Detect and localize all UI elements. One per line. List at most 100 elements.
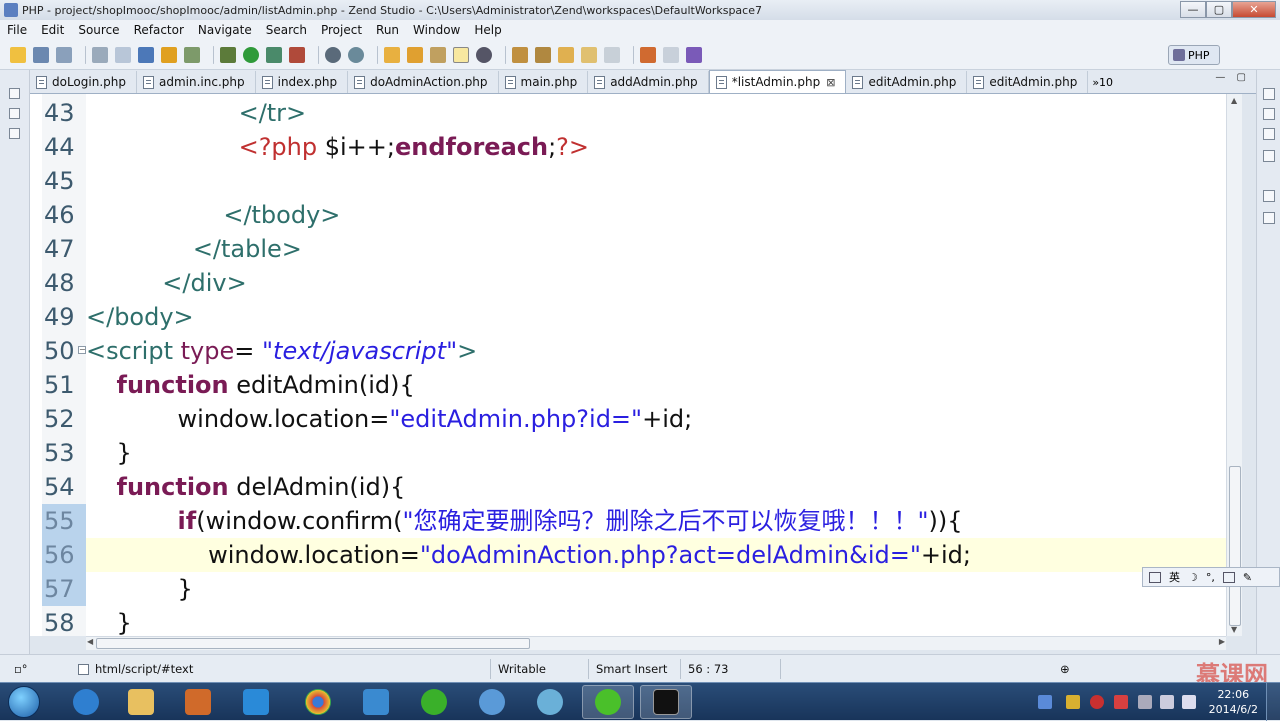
- taskbar-ie[interactable]: [60, 685, 112, 719]
- minimize-button[interactable]: —: [1180, 1, 1206, 18]
- code-line[interactable]: <script type= "text/javascript">: [86, 334, 1242, 368]
- taskbar-app-green[interactable]: [408, 685, 460, 719]
- next-annotation-icon[interactable]: [512, 46, 528, 63]
- terminal-icon[interactable]: [184, 46, 200, 63]
- taskbar-app-active[interactable]: [582, 685, 634, 719]
- problems-icon[interactable]: [1263, 150, 1275, 162]
- prev-annotation-icon[interactable]: [535, 46, 551, 63]
- forward-icon[interactable]: [604, 46, 620, 63]
- tray-flag-icon[interactable]: [1138, 695, 1152, 709]
- tray-ime-icon[interactable]: [1038, 695, 1052, 709]
- print-icon[interactable]: [92, 46, 108, 63]
- scroll-up-icon[interactable]: ▲: [1231, 96, 1237, 105]
- status-update-icon[interactable]: ⊕: [1060, 662, 1070, 676]
- edit-mode-icon[interactable]: [453, 46, 469, 63]
- taskbar-cmd[interactable]: [640, 685, 692, 719]
- menu-project[interactable]: Project: [314, 23, 369, 37]
- tasks-icon[interactable]: [1263, 128, 1275, 140]
- taskbar-chrome[interactable]: [292, 685, 344, 719]
- menu-edit[interactable]: Edit: [34, 23, 71, 37]
- code-editor[interactable]: 43 44 45 46 47 48 49 50−51 52 53 54 55 56 57 58 </tr> …: [30, 94, 1242, 636]
- ime-settings-icon[interactable]: ✎: [1243, 571, 1252, 584]
- clock[interactable]: 22:06 2014/6/2: [1209, 687, 1258, 717]
- tab-admin-inc[interactable]: admin.inc.php: [137, 71, 256, 93]
- new-icon[interactable]: [10, 46, 26, 63]
- code-line-current[interactable]: window.location="doAdminAction.php?act=d…: [86, 538, 1242, 572]
- tab-listadmin[interactable]: *listAdmin.php ⊠: [708, 70, 847, 93]
- open-type-icon[interactable]: [407, 46, 423, 63]
- menu-refactor[interactable]: Refactor: [127, 23, 191, 37]
- maximize-button[interactable]: ▢: [1206, 1, 1232, 18]
- server-icon[interactable]: [325, 46, 341, 63]
- tab-overflow-button[interactable]: »10: [1092, 76, 1113, 93]
- code-line[interactable]: </div>: [86, 266, 1242, 300]
- network-icon[interactable]: [348, 46, 364, 63]
- taskbar-media[interactable]: [172, 685, 224, 719]
- close-tab-icon[interactable]: ⊠: [826, 76, 835, 89]
- tray-app-icon[interactable]: [1114, 695, 1128, 709]
- code-line[interactable]: }: [86, 436, 1242, 470]
- menu-run[interactable]: Run: [369, 23, 406, 37]
- taskbar-explorer[interactable]: [115, 685, 167, 719]
- ime-logo-icon[interactable]: [1149, 571, 1161, 583]
- breadcrumb[interactable]: html/script/#text: [78, 662, 193, 676]
- taskbar-app-cloud[interactable]: [524, 685, 576, 719]
- code-line[interactable]: </tr>: [86, 96, 1242, 130]
- window-icon[interactable]: [663, 46, 679, 63]
- last-edit-icon[interactable]: [558, 46, 574, 63]
- php-explorer-icon[interactable]: [9, 108, 20, 119]
- code-line[interactable]: function delAdmin(id){: [86, 470, 1242, 504]
- open-file-icon[interactable]: [115, 46, 131, 63]
- outline-view-icon[interactable]: [9, 128, 20, 139]
- tab-index[interactable]: index.php: [256, 71, 349, 93]
- restore-view-icon[interactable]: [9, 88, 20, 99]
- vertical-scroll-thumb[interactable]: [1229, 466, 1241, 626]
- php-perspective-button[interactable]: PHP: [1168, 45, 1220, 65]
- show-desktop-button[interactable]: [1266, 683, 1280, 721]
- search-tool-icon[interactable]: [430, 46, 446, 63]
- scroll-down-icon[interactable]: ▼: [1231, 625, 1237, 634]
- code-line[interactable]: <?php $i++;endforeach;?>: [86, 130, 1242, 164]
- ime-moon-icon[interactable]: ☽: [1188, 571, 1198, 584]
- folder-open-icon[interactable]: [384, 46, 400, 63]
- tab-addadmin[interactable]: addAdmin.php: [588, 71, 709, 93]
- horizontal-scroll-thumb[interactable]: [96, 638, 530, 649]
- tray-volume-icon[interactable]: [1182, 695, 1196, 709]
- tray-shield-icon[interactable]: [1066, 695, 1080, 709]
- tab-main[interactable]: main.php: [499, 71, 589, 93]
- run-icon[interactable]: [243, 46, 259, 63]
- code-line[interactable]: </body>: [86, 300, 1242, 334]
- restore-bottom-icon[interactable]: [1263, 190, 1275, 202]
- outline-icon[interactable]: [1263, 108, 1275, 120]
- tab-dologin[interactable]: doLogin.php: [30, 71, 137, 93]
- tab-doadminaction[interactable]: doAdminAction.php: [348, 71, 499, 93]
- taskbar-zend[interactable]: [230, 685, 282, 719]
- restore-view-icon[interactable]: [1263, 88, 1275, 100]
- code-line[interactable]: if(window.confirm("您确定要删除吗？删除之后不可以恢复哦！！！…: [86, 504, 1242, 538]
- taskbar-app-blue[interactable]: [466, 685, 518, 719]
- code-line[interactable]: function editAdmin(id){: [86, 368, 1242, 402]
- menu-source[interactable]: Source: [71, 23, 126, 37]
- globe-icon[interactable]: [476, 46, 492, 63]
- console-icon[interactable]: [1263, 212, 1275, 224]
- code-line[interactable]: </table>: [86, 232, 1242, 266]
- code-line[interactable]: }: [86, 606, 1242, 636]
- menu-help[interactable]: Help: [467, 23, 508, 37]
- ime-mode-toggle[interactable]: 英: [1169, 569, 1180, 585]
- code-line[interactable]: [86, 164, 1242, 198]
- horizontal-scrollbar[interactable]: ◀ ▶: [86, 636, 1226, 650]
- code-line[interactable]: }: [86, 572, 1242, 606]
- save-all-icon[interactable]: [56, 46, 72, 63]
- code-line[interactable]: </tbody>: [86, 198, 1242, 232]
- run-external-icon[interactable]: [266, 46, 282, 63]
- start-button[interactable]: [8, 686, 40, 718]
- menu-search[interactable]: Search: [259, 23, 314, 37]
- tab-editadmin-2[interactable]: editAdmin.php: [967, 71, 1089, 93]
- back-icon[interactable]: [581, 46, 597, 63]
- profile-icon[interactable]: [289, 46, 305, 63]
- editor-minmax-controls[interactable]: — ▢: [1215, 72, 1250, 83]
- tab-editadmin[interactable]: editAdmin.php: [846, 71, 968, 93]
- fold-toggle-icon[interactable]: −: [78, 346, 86, 354]
- taskbar-network[interactable]: [350, 685, 402, 719]
- tray-network-icon[interactable]: [1160, 695, 1174, 709]
